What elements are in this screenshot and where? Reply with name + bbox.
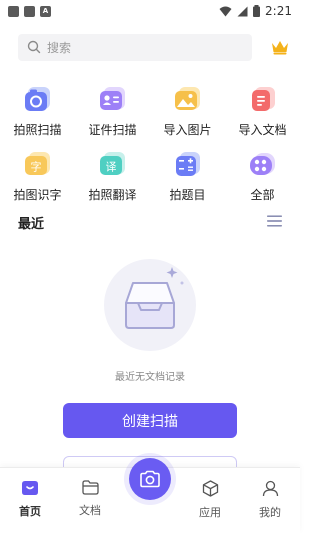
notification-icon — [8, 5, 19, 17]
tool-label: 导入图片 — [163, 123, 212, 137]
nav-label: 应用 — [199, 506, 221, 519]
cube-icon — [202, 480, 218, 497]
create-scan-button[interactable]: 创建扫描 — [63, 403, 237, 438]
clock: 2:21 — [265, 4, 292, 18]
recent-title: 最近 — [18, 217, 45, 232]
tool-label: 全部 — [250, 188, 275, 202]
id-card-icon — [99, 85, 127, 113]
tool-grid: 拍照扫描 证件扫描 导入图片 导入文档 字 拍图识字 译 拍照翻译 拍题目 全部 — [0, 80, 300, 210]
nav-label: 首页 — [19, 505, 41, 518]
a-notification-icon: A — [40, 5, 51, 17]
search-placeholder: 搜索 — [47, 40, 72, 55]
svg-text:字: 字 — [30, 160, 41, 174]
document-import-icon — [249, 85, 277, 113]
tool-row: 字 拍图识字 译 拍照翻译 拍题目 全部 — [0, 145, 300, 210]
tool-question[interactable]: 拍题目 — [150, 145, 225, 210]
all-apps-icon — [249, 150, 277, 178]
empty-state-text: 最近无文档记录 — [115, 372, 185, 383]
empty-box-icon — [104, 259, 196, 351]
status-bar: A 2:21 — [0, 0, 300, 22]
tool-ocr[interactable]: 字 拍图识字 — [0, 145, 75, 210]
ocr-text-icon: 字 — [24, 150, 52, 178]
tool-label: 拍题目 — [169, 188, 206, 202]
tool-row: 拍照扫描 证件扫描 导入图片 导入文档 — [0, 80, 300, 145]
nav-label: 文档 — [79, 504, 101, 517]
vip-crown-icon[interactable] — [270, 39, 290, 55]
nav-mine[interactable]: 我的 — [250, 480, 290, 520]
tool-translate[interactable]: 译 拍照翻译 — [75, 145, 150, 210]
camera-fab-button[interactable] — [129, 458, 171, 500]
search-row: 搜索 — [18, 33, 290, 61]
nav-label: 我的 — [259, 506, 281, 519]
tool-label: 导入文档 — [238, 123, 287, 137]
home-icon — [22, 481, 38, 495]
list-menu-icon[interactable] — [267, 215, 282, 227]
wifi-icon — [219, 6, 232, 16]
tool-import-image[interactable]: 导入图片 — [150, 80, 225, 145]
tool-label: 证件扫描 — [88, 123, 137, 137]
svg-text:译: 译 — [105, 161, 116, 174]
nav-docs[interactable]: 文档 — [70, 480, 110, 518]
tool-label: 拍图识字 — [13, 188, 62, 202]
camera-icon — [140, 470, 160, 488]
tool-all[interactable]: 全部 — [225, 145, 300, 210]
tool-import-doc[interactable]: 导入文档 — [225, 80, 300, 145]
battery-icon — [253, 5, 261, 17]
camera-scan-icon — [24, 85, 52, 113]
tool-label: 拍照翻译 — [88, 188, 137, 202]
signal-icon — [237, 6, 248, 16]
search-icon — [27, 40, 41, 54]
tool-id-scan[interactable]: 证件扫描 — [75, 80, 150, 145]
nav-apps[interactable]: 应用 — [190, 480, 230, 520]
image-import-icon — [174, 85, 202, 113]
translate-icon: 译 — [99, 150, 127, 178]
question-calc-icon — [174, 150, 202, 178]
search-input[interactable]: 搜索 — [18, 33, 252, 61]
tool-camera-scan[interactable]: 拍照扫描 — [0, 80, 75, 145]
notification-icon — [24, 5, 35, 17]
user-icon — [262, 480, 278, 497]
folder-icon — [81, 480, 99, 495]
tool-label: 拍照扫描 — [13, 123, 62, 137]
nav-home[interactable]: 首页 — [10, 480, 50, 519]
